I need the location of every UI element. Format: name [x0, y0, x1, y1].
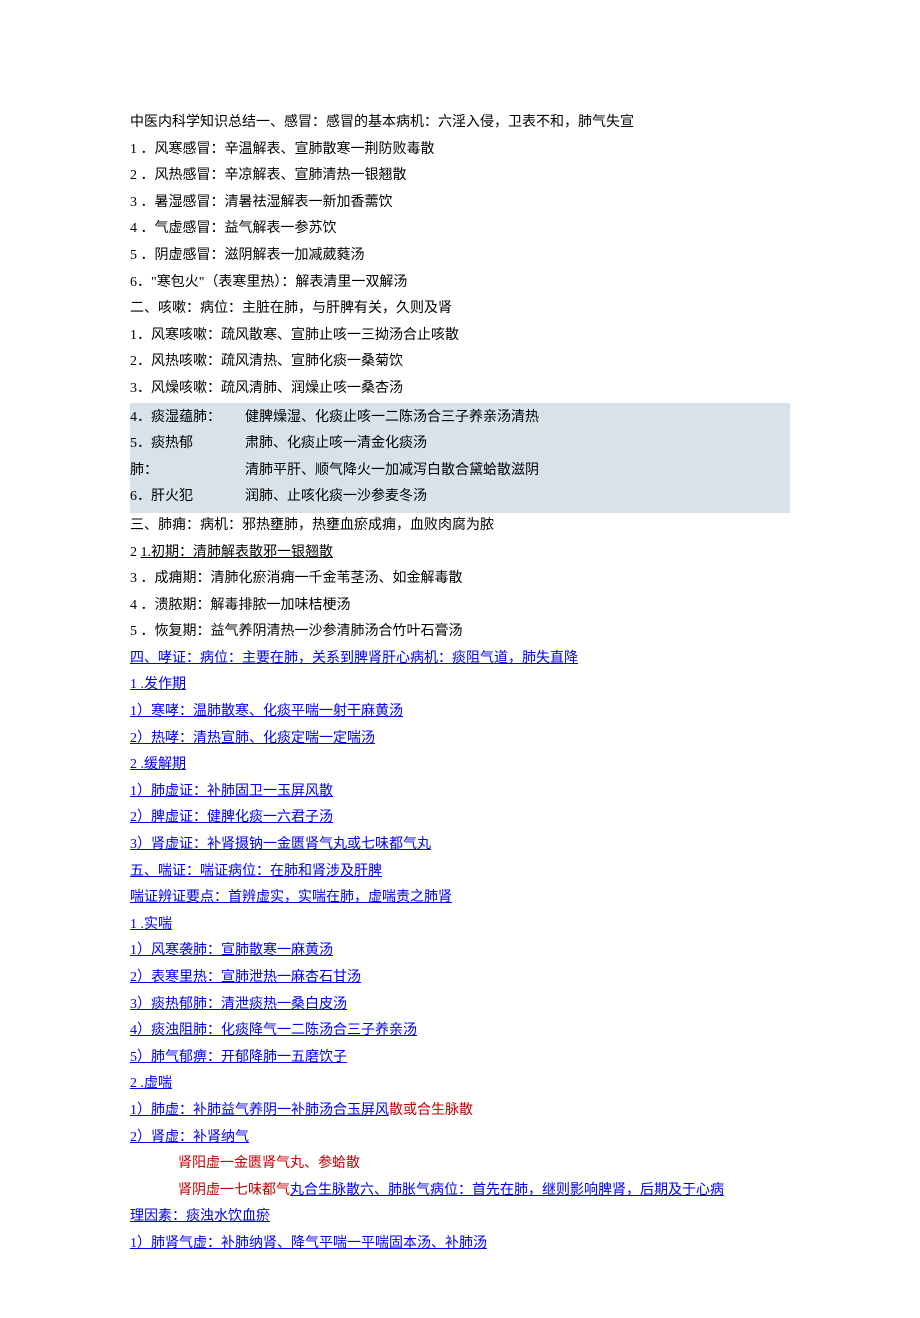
- text-line: 中医内科学知识总结一、感冒：感冒的基本病机：六淫入侵，卫表不和，肺气失宣: [130, 110, 790, 137]
- link-line[interactable]: 2）肾虚：补肾纳气: [130, 1130, 249, 1145]
- link-line[interactable]: 4）痰浊阻肺：化痰降气一二陈汤合三子养亲汤: [130, 1023, 417, 1038]
- link-line[interactable]: 5）肺气郁痹：开郁降肺一五磨饮子: [130, 1050, 347, 1065]
- link-line[interactable]: 2: [130, 757, 137, 772]
- text-line: 2 1.初期：清肺解表散邪一银翘散: [130, 540, 790, 567]
- link-line[interactable]: 2）表寒里热：宣肺泄热一麻杏石甘汤: [130, 970, 361, 985]
- highlighted-block: 4．痰湿蕴肺： 5．痰热郁 肺： 6．肝火犯 健脾燥湿、化痰止咳一二陈汤合三子养…: [130, 403, 790, 513]
- link-num: 2: [130, 1076, 137, 1091]
- highlight-text: 润肺、止咳化痰一沙参麦冬汤: [245, 484, 790, 511]
- red-text: 散或合生脉散: [389, 1103, 473, 1118]
- link-line[interactable]: 3）痰热郁肺：清泄痰热一桑白皮汤: [130, 997, 347, 1012]
- text-line: 3．风燥咳嗽：疏风清肺、润燥止咳一桑杏汤: [130, 376, 790, 403]
- link-line[interactable]: 1: [130, 677, 137, 692]
- text-line: 4 ．气虚感冒：益气解表一参苏饮: [130, 216, 790, 243]
- text-fragment: 2: [130, 545, 141, 560]
- link-line[interactable]: 1）肺肾气虚：补肺纳肾、降气平喘一平喘固本汤、补肺汤: [130, 1236, 487, 1251]
- link-line[interactable]: 2）脾虚证：健脾化痰一六君子汤: [130, 810, 333, 825]
- text-line: 2．风热咳嗽：疏风清热、宣肺化痰一桑菊饮: [130, 349, 790, 376]
- highlight-text: 健脾燥湿、化痰止咳一二陈汤合三子养亲汤清热: [245, 405, 790, 432]
- highlight-text: 4．痰湿蕴肺：: [130, 405, 235, 432]
- red-text: 肾阴虚一七味都气: [130, 1183, 290, 1198]
- highlight-text: 6．肝火犯: [130, 484, 235, 511]
- text-line: 1 ．风寒感冒：辛温解表、宣肺散寒一荆防败毒散: [130, 137, 790, 164]
- link-line[interactable]: 1: [130, 917, 137, 932]
- link-line[interactable]: 四、哮证：病位：主要在肺，关系到脾肾肝心病机：痰阻气道，肺失直降: [130, 651, 578, 666]
- link-line[interactable]: 理因素：痰浊水饮血瘀: [130, 1209, 270, 1224]
- link-num: 1: [130, 917, 137, 932]
- link-line[interactable]: .缓解期: [137, 757, 186, 772]
- link-line[interactable]: .发作期: [137, 677, 186, 692]
- link-line[interactable]: 3）肾虚证：补肾摄钠一金匮肾气丸或七味都气丸: [130, 837, 431, 852]
- link-num: 2: [130, 757, 137, 772]
- link-line[interactable]: 喘证辨证要点：首辨虚实，实喘在肺，虚喘责之肺肾: [130, 890, 452, 905]
- link-line[interactable]: .虚喘: [137, 1076, 172, 1091]
- highlight-text: 肃肺、化痰止咳一清金化痰汤: [245, 431, 790, 458]
- highlight-right-col: 健脾燥湿、化痰止咳一二陈汤合三子养亲汤清热 肃肺、化痰止咳一清金化痰汤 清肺平肝…: [245, 405, 790, 511]
- link-line[interactable]: 1）肺虚证：补肺固卫一玉屏风散: [130, 784, 333, 799]
- text-line: 4 ．溃脓期：解毒排脓一加味桔梗汤: [130, 593, 790, 620]
- text-line: 6．"寒包火"（表寒里热）：解表清里一双解汤: [130, 270, 790, 297]
- link-line[interactable]: 2: [130, 1076, 137, 1091]
- link-line[interactable]: 2）热哮：清热宣肺、化痰定喘一定喘汤: [130, 731, 375, 746]
- text-line: 2 ．风热感冒：辛凉解表、宣肺清热一银翘散: [130, 163, 790, 190]
- highlight-text: 肺：: [130, 458, 235, 485]
- text-line: 三、肺痈：病机：邪热壅肺，热壅血瘀成痈，血败肉腐为脓: [130, 513, 790, 540]
- link-line[interactable]: 1）寒哮：温肺散寒、化痰平喘一射干麻黄汤: [130, 704, 403, 719]
- underline-text: 1.初期：清肺解表散邪一银翘散: [141, 545, 334, 560]
- link-num: 1: [130, 677, 137, 692]
- text-line: 二、咳嗽：病位：主脏在肺，与肝脾有关，久则及肾: [130, 296, 790, 323]
- link-line[interactable]: .实喘: [137, 917, 172, 932]
- link-line[interactable]: 1）肺虚：补肺益气养阴一补肺汤合玉屏风: [130, 1103, 389, 1118]
- text-line: 3 ．暑湿感冒：清暑祛湿解表一新加香薷饮: [130, 190, 790, 217]
- text-line: 5 ．阴虚感冒：滋阴解表一加减葳蕤汤: [130, 243, 790, 270]
- highlight-left-col: 4．痰湿蕴肺： 5．痰热郁 肺： 6．肝火犯: [130, 405, 235, 511]
- text-line: 5 ．恢复期：益气养阴清热一沙参清肺汤合竹叶石膏汤: [130, 619, 790, 646]
- highlight-text: 5．痰热郁: [130, 431, 235, 458]
- highlight-text: 清肺平肝、顺气降火一加减泻白散合黛蛤散滋阴: [245, 458, 790, 485]
- link-line[interactable]: 丸合生脉散六、肺胀气病位：首先在肺，继则影响脾肾，后期及于心病: [290, 1183, 724, 1198]
- link-line[interactable]: 1）风寒袭肺：宣肺散寒一麻黄汤: [130, 943, 333, 958]
- link-line[interactable]: 五、喘证：喘证病位：在肺和肾涉及肝脾: [130, 864, 382, 879]
- text-line: 3 ．成痈期：清肺化瘀消痈一千金苇茎汤、如金解毒散: [130, 566, 790, 593]
- text-line: 1．风寒咳嗽：疏风散寒、宣肺止咳一三拗汤合止咳散: [130, 323, 790, 350]
- red-text: 肾阳虚一金匮肾气丸、参蛤散: [178, 1156, 360, 1171]
